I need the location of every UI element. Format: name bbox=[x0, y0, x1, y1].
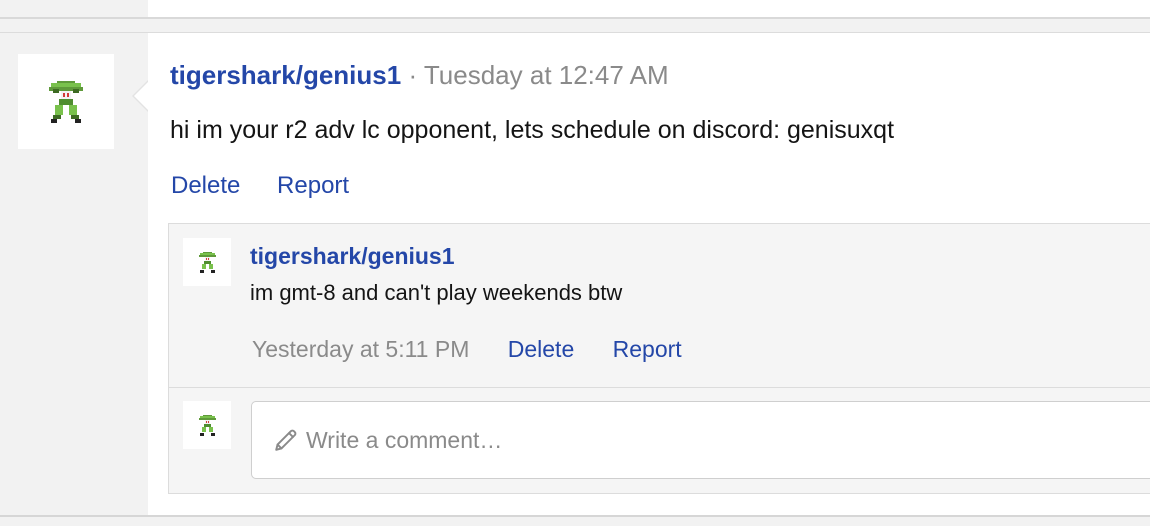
post-header: tigershark/genius1 · Tuesday at 12:47 AM bbox=[170, 60, 669, 90]
comment-timestamp[interactable]: Yesterday at 5:11 PM bbox=[252, 336, 469, 362]
comment-avatar[interactable] bbox=[183, 238, 231, 286]
pokemon-sprite-icon bbox=[198, 414, 216, 436]
pencil-icon bbox=[272, 426, 300, 454]
report-post-button[interactable]: Report bbox=[277, 172, 349, 199]
comment-input-box[interactable] bbox=[251, 401, 1150, 479]
current-user-avatar[interactable] bbox=[183, 401, 231, 449]
pokemon-sprite-icon bbox=[198, 251, 216, 273]
previous-post-strip bbox=[0, 0, 1150, 18]
divider bbox=[0, 17, 1150, 19]
meta-separator: · bbox=[408, 60, 418, 90]
comment-input[interactable] bbox=[306, 426, 1126, 454]
post-actions: Delete Report bbox=[171, 172, 349, 200]
comment-message: im gmt-8 and can't play weekends btw bbox=[250, 280, 623, 305]
delete-post-button[interactable]: Delete bbox=[171, 172, 240, 199]
divider bbox=[0, 515, 1150, 517]
pokemon-sprite-icon bbox=[49, 80, 83, 123]
post-message: hi im your r2 adv lc opponent, lets sche… bbox=[170, 116, 895, 144]
delete-comment-button[interactable]: Delete bbox=[508, 336, 574, 362]
comment-author-link[interactable]: tigershark/genius1 bbox=[250, 242, 455, 270]
comments-section: tigershark/genius1 im gmt-8 and can't pl… bbox=[168, 223, 1150, 494]
author-link[interactable]: tigershark/genius1 bbox=[170, 60, 401, 90]
comment-meta: Yesterday at 5:11 PM Delete Report bbox=[252, 335, 682, 363]
divider bbox=[169, 387, 1150, 388]
report-comment-button[interactable]: Report bbox=[613, 336, 682, 362]
post-timestamp[interactable]: Tuesday at 12:47 AM bbox=[424, 60, 669, 90]
avatar[interactable] bbox=[18, 54, 114, 149]
speech-pointer-fill bbox=[134, 81, 149, 111]
